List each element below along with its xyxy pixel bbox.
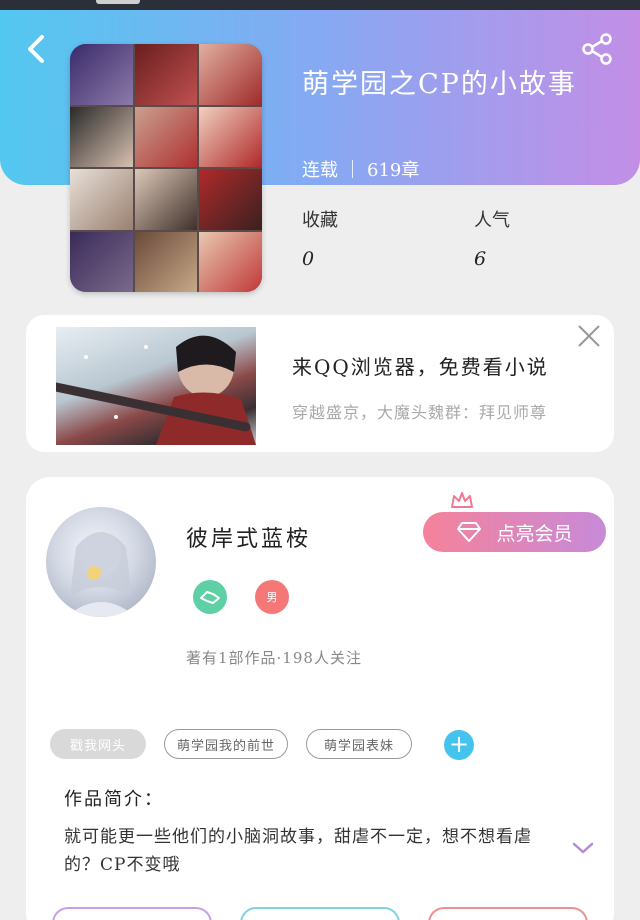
tag-item[interactable]: 萌学园表妹 <box>306 729 412 759</box>
cover-tile <box>199 169 262 230</box>
favorites-value: 0 <box>302 248 315 270</box>
cover-tile <box>70 106 133 167</box>
chevron-down-icon[interactable] <box>572 841 594 855</box>
ad-image <box>56 327 256 445</box>
cover-tile <box>199 231 262 292</box>
vip-button[interactable]: 点亮会员 <box>423 512 606 552</box>
cover-tile <box>134 44 198 105</box>
intro-label: 作品简介： <box>64 789 164 810</box>
bottom-action-button[interactable] <box>240 907 400 920</box>
cover-tile <box>134 106 198 167</box>
ad-banner[interactable]: 来QQ浏览器，免费看小说 穿越盛京，大魔头魏群：拜见师尊 <box>26 315 614 452</box>
diamond-icon <box>457 522 482 542</box>
add-tag-button[interactable]: + <box>444 730 474 760</box>
divider <box>352 160 353 178</box>
share-icon[interactable] <box>580 32 614 66</box>
favorites-label: 收藏 <box>302 210 338 231</box>
status-bar <box>0 0 640 10</box>
avatar-illustration <box>66 532 136 617</box>
close-icon[interactable] <box>576 323 602 349</box>
bottom-action-button[interactable] <box>428 907 588 920</box>
crown-icon <box>451 492 473 508</box>
cover-tile <box>70 231 133 292</box>
cover-tile <box>134 231 198 292</box>
tag-item[interactable]: 戳我网头 <box>50 729 146 759</box>
popularity-label: 人气 <box>474 210 510 231</box>
cover-tile <box>70 169 133 230</box>
handshake-icon[interactable] <box>193 580 227 614</box>
gender-badge[interactable]: 男 <box>255 580 289 614</box>
ad-title: 来QQ浏览器，免费看小说 <box>292 355 549 379</box>
status-notch <box>96 0 140 4</box>
back-arrow-icon[interactable] <box>22 32 52 66</box>
cover-tile <box>199 44 262 105</box>
ad-subtitle: 穿越盛京，大魔头魏群：拜见师尊 <box>292 403 548 422</box>
book-title: 萌学园之CP的小故事 <box>302 69 577 100</box>
book-status: 连载 <box>302 160 338 181</box>
avatar[interactable] <box>46 507 156 617</box>
cover-tile <box>134 169 198 230</box>
vip-button-label: 点亮会员 <box>496 522 573 545</box>
intro-text: 就可能更一些他们的小脑洞故事，甜虐不一定，想不想看虐的？CP不变哦 <box>64 827 532 875</box>
book-cover-image[interactable] <box>70 44 262 292</box>
author-card: 彼岸式蓝桉 点亮会员 男 著有1部作品·198人关注 戳我网头 萌学园我的前世 … <box>26 477 614 920</box>
popularity-value: 6 <box>474 248 487 270</box>
plus-icon: + <box>448 730 470 758</box>
cover-tile <box>70 44 133 105</box>
author-stats: 著有1部作品·198人关注 <box>186 649 362 667</box>
author-name: 彼岸式蓝桉 <box>186 527 312 552</box>
tag-item[interactable]: 萌学园我的前世 <box>164 729 288 759</box>
handshake-glyph <box>200 591 220 604</box>
ad-illustration <box>56 335 256 445</box>
book-meta: 连载 619章 <box>302 156 419 182</box>
cover-tile <box>199 106 262 167</box>
bottom-action-button[interactable] <box>52 907 212 920</box>
chapter-count: 619章 <box>367 160 420 181</box>
